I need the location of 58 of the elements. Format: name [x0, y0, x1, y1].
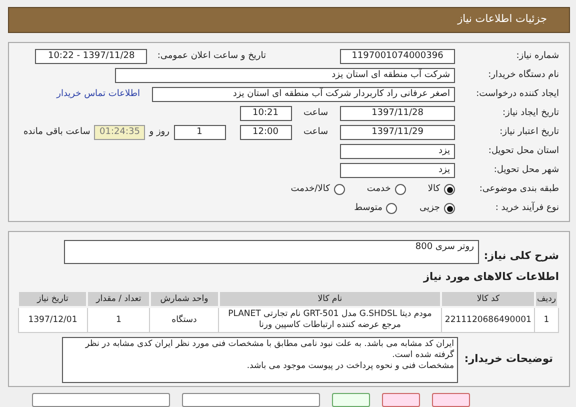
action-button[interactable]: [382, 392, 420, 406]
table-cell: 1: [534, 307, 558, 332]
field-label: استان محل تحویل:: [487, 144, 559, 158]
action-button[interactable]: [332, 392, 370, 406]
table-cell: مودم دیتا G.SHDSL مدل GRT-501 نام تجارتی PLANET مرجع عرضه کننده ارتباطات کاسپین ورنا: [218, 307, 442, 332]
radio-button[interactable]: [394, 184, 406, 195]
date-field: 1397/11/29: [340, 125, 455, 140]
radio-label: متوسط: [354, 202, 382, 215]
field-label: تاریخ اعتبار نیاز:: [498, 126, 559, 139]
time-field: 12:00: [240, 125, 292, 140]
notes-field: ایران کد مشابه می باشد. به علت نبود نامی مطابق با مشخصات فنی مورد نظر ایران کدی مشابه در نظر گرفته شده است. مشخصات فنی و نحوه پرداخت در پیوست موجود می باشد.: [62, 336, 458, 382]
radio-label: جزیی: [419, 202, 440, 215]
countdown-field: 01:24:35: [94, 125, 146, 140]
column-header: واحد شمارش: [150, 290, 219, 308]
field-label: تاریخ و ساعت اعلان عمومی:: [157, 50, 266, 63]
date-field: 1397/11/28: [340, 106, 455, 121]
section-title: اطلاعات کالاهای مورد نیاز: [422, 270, 559, 285]
radio-button[interactable]: [334, 184, 345, 195]
radio-button[interactable]: [386, 203, 398, 214]
field-label: شرح کلی نیاز:: [482, 249, 559, 264]
table-cell: 2211120686490001: [441, 307, 535, 332]
radio-button[interactable]: [444, 184, 455, 195]
column-header: تعداد / مقدار: [87, 290, 150, 308]
action-button[interactable]: [32, 392, 170, 406]
radio-label: کالا/خدمت: [290, 182, 330, 196]
column-header: نام کالا: [218, 290, 442, 308]
action-button[interactable]: [182, 392, 320, 406]
field-label: نوع فرآیند خرید :: [494, 202, 559, 215]
field-label: شهر محل تحویل:: [492, 164, 559, 177]
buyer-org-field: شرکت آب منطقه ای استان یزد: [115, 68, 455, 83]
field-label: طبقه بندی موضوعی:: [478, 182, 559, 196]
time-field: 10:21: [240, 106, 292, 121]
contact-link[interactable]: اطلاعات تماس خریدار: [56, 88, 140, 102]
days-field: 1: [174, 125, 226, 140]
column-header: کد کالا: [441, 290, 535, 308]
field-label: تاریخ ایجاد نیاز:: [501, 106, 559, 120]
time-label: ساعت: [304, 106, 328, 120]
field-label: نام دستگاه خریدار:: [487, 68, 559, 82]
field-label: توضیحات خریدار:: [463, 352, 553, 367]
column-header: ردیف: [534, 290, 558, 308]
announce-date-field: 1397/11/28 - 10:22: [35, 49, 148, 64]
creator-field: اصغر عرفانی راد کاربردار شرکت آب منطقه ای استان یزد: [152, 87, 455, 102]
radio-label: کالا: [428, 182, 440, 196]
column-header: تاریخ نیاز: [18, 290, 88, 308]
table-cell: 1: [87, 307, 150, 332]
remaining-label: ساعت باقی مانده: [23, 126, 90, 139]
radio-button[interactable]: [444, 203, 455, 214]
action-button[interactable]: [432, 392, 470, 406]
radio-label: خدمت: [366, 182, 391, 196]
days-label: روز و: [149, 126, 170, 139]
page-title: جزئیات اطلاعات نیاز: [458, 12, 547, 28]
time-label: ساعت: [304, 126, 328, 139]
field-label: ایجاد کننده درخواست:: [475, 88, 559, 101]
table-cell: دستگاه: [150, 307, 219, 332]
table-cell: 1397/12/01: [18, 307, 88, 332]
need-number-field: 1197001074000396: [340, 49, 455, 64]
summary-field: روتر سری 800: [64, 240, 479, 264]
field-label: شماره نیاز:: [515, 50, 559, 63]
